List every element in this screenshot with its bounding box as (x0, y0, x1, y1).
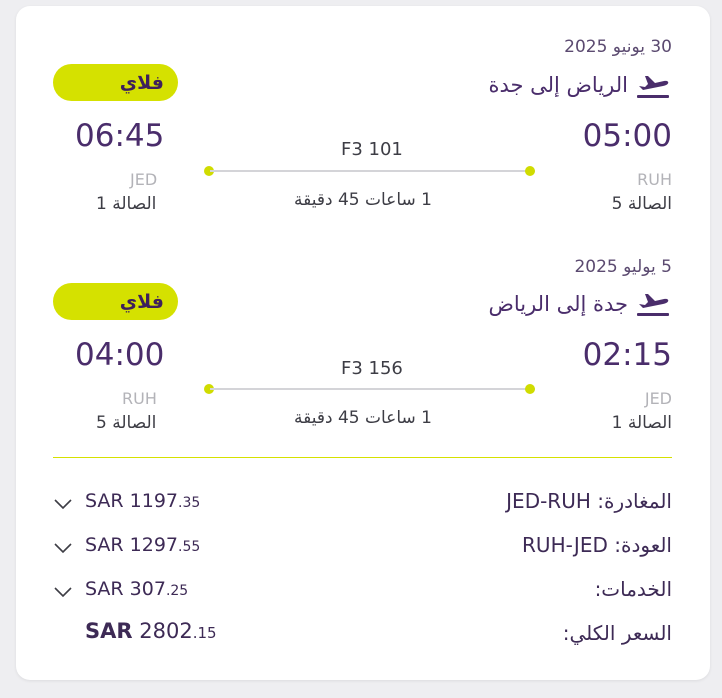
plane-takeoff-icon (637, 76, 669, 98)
flight-date: 30 يونيو 2025 (564, 37, 672, 57)
arrival-terminal: الصالة 5 (96, 413, 157, 433)
flight-number: F3 101 (341, 139, 403, 160)
chevron-down-icon[interactable] (53, 498, 73, 510)
flight-number: F3 156 (341, 358, 403, 379)
fare-type-badge: فلاي (53, 283, 178, 320)
total-price-label: السعر الكلي: (562, 621, 672, 645)
route-line (210, 388, 535, 390)
currency: SAR (85, 534, 124, 556)
departure-price-label: المغادرة: JED-RUH (506, 489, 672, 513)
flight-duration: 1 ساعات 45 دقيقة (294, 190, 432, 210)
plane-takeoff-icon (637, 294, 669, 316)
price-label-text: المغادرة: (597, 489, 672, 513)
currency: SAR (85, 490, 124, 512)
departure-terminal: الصالة 5 (611, 194, 672, 214)
services-price-label: الخدمات: (594, 577, 672, 601)
flight-date: 5 يوليو 2025 (574, 257, 672, 277)
departure-time: 02:15 (582, 337, 672, 373)
chevron-down-icon[interactable] (53, 586, 73, 598)
price-decimal: .35 (178, 495, 201, 511)
total-price: SAR 2802.15 (85, 619, 217, 643)
booking-summary-card: 30 يونيو 2025 الرياض إلى جدة فلاي 05:00 … (16, 6, 710, 680)
price-decimal: .55 (178, 539, 201, 555)
flight-duration: 1 ساعات 45 دقيقة (294, 408, 432, 428)
departure-airport-code: RUH (637, 170, 672, 189)
fare-type-label: فلاي (119, 290, 164, 313)
services-price: SAR 307.25 (85, 578, 188, 600)
fare-type-label: فلاي (119, 71, 164, 94)
arrival-airport-code: JED (130, 170, 158, 189)
departure-terminal: الصالة 1 (611, 413, 672, 433)
price-label-text: العودة: (614, 533, 672, 557)
arrival-airport-code: RUH (122, 389, 157, 408)
route-title: جدة إلى الرياض (488, 292, 628, 316)
departure-time: 05:00 (582, 118, 672, 154)
price-whole: 307 (129, 578, 166, 600)
currency: SAR (85, 619, 133, 643)
price-whole: 2802 (139, 619, 193, 643)
currency: SAR (85, 578, 124, 600)
return-price: SAR 1297.55 (85, 534, 200, 556)
fare-type-badge: فلاي (53, 64, 178, 101)
arrival-terminal: الصالة 1 (96, 194, 157, 214)
segment-code: RUH-JED (522, 533, 608, 557)
price-decimal: .15 (192, 624, 217, 642)
route-line (210, 170, 535, 172)
route-title: الرياض إلى جدة (488, 73, 628, 97)
departure-airport-code: JED (644, 389, 672, 408)
segment-code: JED-RUH (506, 489, 591, 513)
arrival-time: 06:45 (75, 118, 165, 154)
chevron-down-icon[interactable] (53, 542, 73, 554)
arrival-time: 04:00 (75, 337, 165, 373)
price-decimal: .25 (165, 583, 189, 599)
route-end-dot (525, 384, 535, 394)
price-whole: 1197 (129, 490, 179, 512)
return-price-label: العودة: RUH-JED (522, 533, 672, 557)
route-end-dot (525, 166, 535, 176)
price-whole: 1297 (129, 534, 179, 556)
section-divider (53, 457, 672, 458)
departure-price: SAR 1197.35 (85, 490, 200, 512)
